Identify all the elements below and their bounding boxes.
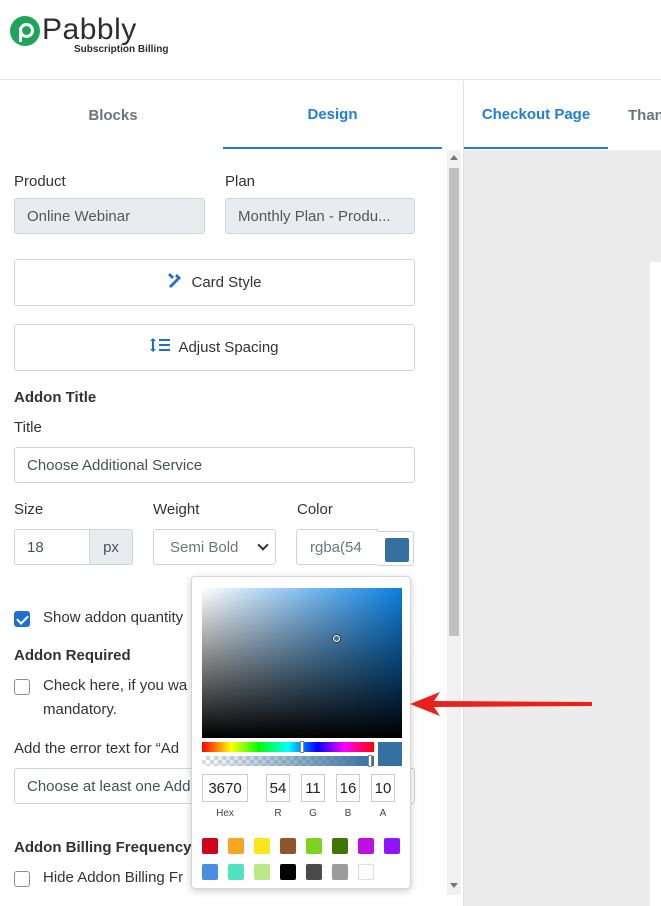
saturation-area[interactable] — [202, 588, 402, 738]
preset-swatch[interactable] — [228, 864, 244, 880]
required-label-line1: Check here, if you wa — [43, 677, 188, 694]
preset-swatch[interactable] — [254, 838, 270, 854]
a-input[interactable]: 10 — [371, 774, 395, 802]
b-input[interactable]: 16 — [336, 774, 360, 802]
show-quantity-label: Show addon quantity — [43, 609, 184, 626]
plan-label: Plan — [225, 173, 256, 190]
scroll-up-icon[interactable] — [450, 155, 458, 160]
preset-swatch[interactable] — [332, 864, 348, 880]
preset-swatch[interactable] — [306, 838, 322, 854]
size-label: Size — [14, 501, 44, 518]
alpha-slider-thumb[interactable] — [368, 755, 372, 767]
weight-label: Weight — [153, 501, 200, 518]
preset-swatch[interactable] — [306, 864, 322, 880]
error-text-label: Add the error text for “Ad — [14, 740, 180, 757]
hue-slider[interactable] — [202, 742, 374, 752]
tab-design[interactable]: Design — [223, 81, 442, 149]
weight-value: Semi Bold — [170, 538, 239, 556]
pabbly-logo[interactable]: Pabbly Subscription Billing — [10, 14, 168, 55]
scroll-thumb[interactable] — [449, 168, 459, 636]
preset-swatch[interactable] — [202, 838, 218, 854]
tab-blocks[interactable]: Blocks — [4, 81, 222, 149]
current-color-preview — [378, 742, 402, 766]
hide-billing-label: Hide Addon Billing Fr — [43, 869, 184, 886]
preset-swatch[interactable] — [358, 838, 374, 854]
b-label: B — [344, 808, 352, 819]
preview-tabs: Checkout Page Than — [464, 81, 661, 149]
g-input[interactable]: 11 — [301, 774, 325, 802]
preview-card — [650, 262, 661, 906]
show-quantity-checkbox[interactable] — [14, 611, 30, 627]
logo-name: Pabbly — [42, 13, 137, 46]
alpha-slider[interactable] — [202, 756, 374, 766]
size-unit: px — [90, 529, 133, 565]
tab-checkout-page[interactable]: Checkout Page — [464, 81, 608, 149]
addon-required-heading: Addon Required — [14, 647, 131, 664]
title-input[interactable]: Choose Additional Service — [14, 447, 415, 483]
brush-ruler-icon — [167, 272, 183, 293]
saturation-cursor[interactable] — [333, 635, 340, 642]
card-style-button[interactable]: Card Style — [14, 259, 415, 306]
preview-canvas — [464, 150, 661, 906]
color-swatch — [385, 538, 409, 562]
logo-subtitle: Subscription Billing — [74, 44, 169, 55]
color-swatch-button[interactable] — [377, 531, 414, 566]
weight-select[interactable]: Semi Bold — [153, 529, 276, 565]
pabbly-logo-icon — [10, 16, 40, 46]
hue-slider-thumb[interactable] — [300, 741, 304, 753]
color-label: Color — [297, 501, 333, 518]
a-label: A — [379, 808, 387, 819]
scroll-down-icon[interactable] — [450, 883, 458, 888]
red-arrow-annotation — [410, 692, 592, 716]
hide-billing-checkbox[interactable] — [14, 871, 30, 887]
card-style-label: Card Style — [191, 274, 262, 291]
plan-field: Monthly Plan - Produ... — [225, 198, 415, 234]
app-header: Pabbly Subscription Billing — [0, 0, 661, 80]
preset-swatch[interactable] — [254, 864, 270, 880]
title-label: Title — [14, 419, 42, 436]
g-label: G — [309, 808, 317, 819]
preset-swatch[interactable] — [384, 838, 400, 854]
preset-swatch[interactable] — [358, 864, 374, 880]
required-label-line2: mandatory. — [43, 701, 117, 718]
hex-label: Hex — [216, 808, 234, 819]
addon-title-heading: Addon Title — [14, 389, 97, 406]
product-field: Online Webinar — [14, 198, 205, 234]
editor-tabs: Blocks Design — [0, 81, 443, 149]
preset-swatch[interactable] — [228, 838, 244, 854]
preset-swatch[interactable] — [280, 838, 296, 854]
required-checkbox[interactable] — [14, 679, 30, 695]
r-label: R — [274, 808, 282, 819]
adjust-spacing-label: Adjust Spacing — [178, 339, 279, 356]
preset-swatch[interactable] — [332, 838, 348, 854]
color-picker-popover: 3670 54 11 16 10 Hex R G B A — [191, 576, 411, 889]
panel-scrollbar[interactable] — [447, 150, 461, 895]
preset-swatch[interactable] — [280, 864, 296, 880]
line-spacing-icon — [150, 337, 171, 358]
tab-thank-you-page[interactable]: Than — [612, 81, 661, 149]
chevron-down-icon — [257, 539, 269, 551]
adjust-spacing-button[interactable]: Adjust Spacing — [14, 324, 415, 371]
hex-input[interactable]: 3670 — [202, 774, 248, 802]
preset-swatch[interactable] — [202, 864, 218, 880]
billing-frequency-heading: Addon Billing Frequency T — [14, 839, 205, 856]
r-input[interactable]: 54 — [266, 774, 290, 802]
size-input[interactable]: 18 — [14, 529, 90, 565]
color-input[interactable]: rgba(54 — [296, 529, 378, 565]
product-label: Product — [14, 173, 66, 190]
